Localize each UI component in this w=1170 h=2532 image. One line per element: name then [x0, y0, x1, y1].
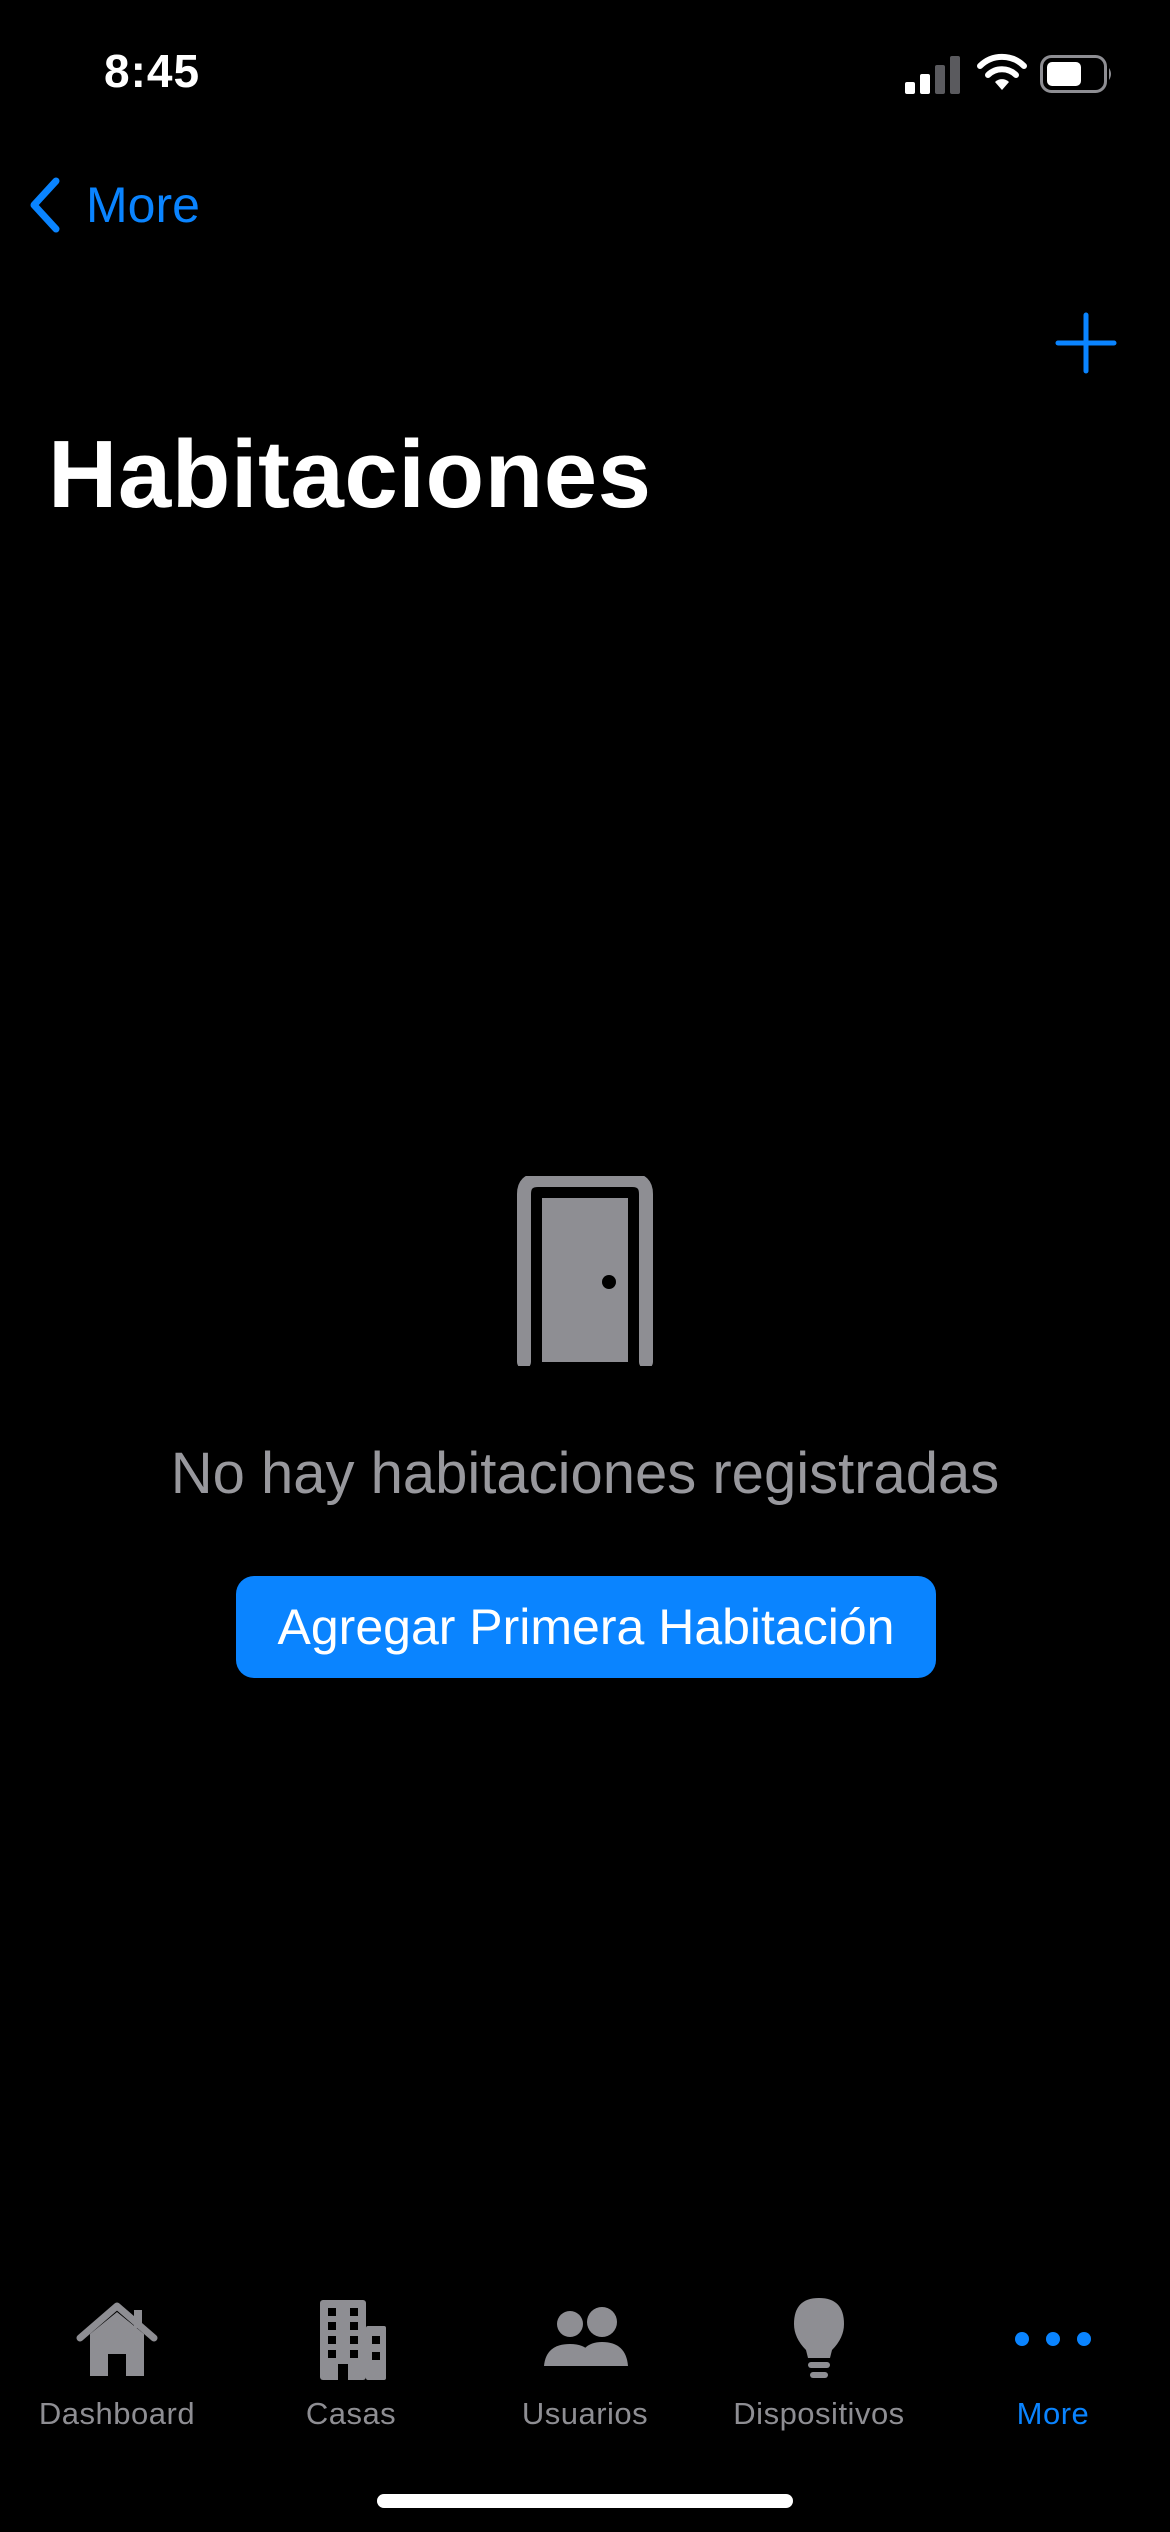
chevron-left-icon — [30, 177, 60, 233]
status-time: 8:45 — [104, 45, 201, 97]
tab-label: Usuarios — [521, 2396, 649, 2431]
building-icon — [320, 2300, 386, 2380]
tab-dashboard[interactable]: Dashboard — [0, 2280, 234, 2440]
back-button[interactable]: More — [24, 170, 200, 240]
cellular-signal-icon — [905, 56, 960, 94]
add-first-room-button[interactable]: Agregar Primera Habitación — [236, 1576, 936, 1678]
house-icon — [76, 2302, 158, 2376]
ellipsis-icon — [1015, 2332, 1091, 2346]
plus-icon[interactable] — [1050, 307, 1122, 379]
tab-label: Dispositivos — [733, 2396, 905, 2431]
tab-more[interactable]: More — [936, 2280, 1170, 2440]
home-indicator — [377, 2494, 793, 2508]
tab-bar: Dashboard Casas Usuarios Dispositivos Mo… — [0, 2280, 1170, 2440]
wifi-icon — [977, 53, 1027, 90]
back-label: More — [86, 177, 200, 233]
tab-label: Dashboard — [38, 2396, 196, 2431]
tab-usuarios[interactable]: Usuarios — [468, 2280, 702, 2440]
battery-icon — [1040, 55, 1111, 93]
door-icon — [517, 1176, 653, 1366]
people-icon — [544, 2307, 628, 2366]
tab-dispositivos[interactable]: Dispositivos — [702, 2280, 936, 2440]
tab-label: More — [1016, 2396, 1090, 2431]
lightbulb-icon — [794, 2298, 844, 2378]
tab-casas[interactable]: Casas — [234, 2280, 468, 2440]
tab-label: Casas — [305, 2396, 397, 2431]
empty-state-message: No hay habitaciones registradas — [170, 1441, 1000, 1506]
page-title: Habitaciones — [48, 421, 652, 528]
